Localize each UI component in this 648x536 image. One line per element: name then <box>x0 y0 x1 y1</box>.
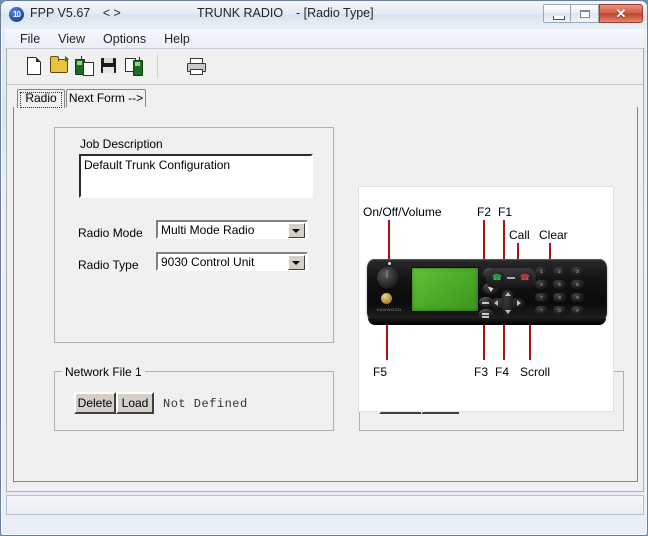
radio-mode-label: Radio Mode <box>78 226 143 240</box>
keypad-key: # <box>571 306 584 315</box>
radio-type-value: 9030 Control Unit <box>161 255 255 269</box>
save-file-button[interactable] <box>96 53 120 78</box>
job-description-group: Job Description Default Trunk Configurat… <box>54 127 334 343</box>
keypad-key: 3 <box>571 267 584 276</box>
radio-mode-value: Multi Mode Radio <box>161 223 255 237</box>
chevron-down-icon[interactable] <box>288 255 305 270</box>
network-file-1-load-button[interactable]: Load <box>116 392 154 414</box>
title-nav-arrows: < > <box>102 6 121 20</box>
call-clear-pad: ☎ ☎ <box>486 268 536 288</box>
client-area: Radio Next Form --> Job Description Defa… <box>6 49 644 492</box>
callout-label-f5: F5 <box>373 365 388 379</box>
keypad-key: 7 <box>535 293 548 302</box>
radio-unit-image: KENWOOD ☎ ☎ 1 2 3 4 5 6 7 8 9 * 0 # <box>367 259 607 325</box>
callout-label-f3: F3 <box>474 365 489 379</box>
window-controls: ✕ <box>543 4 643 23</box>
numeric-keypad: 1 2 3 4 5 6 7 8 9 * 0 # <box>535 267 601 315</box>
open-folder-icon <box>50 56 69 73</box>
menu-item-help[interactable]: Help <box>155 30 199 48</box>
app-icon: 10 <box>9 7 24 22</box>
lcd-display <box>411 267 479 312</box>
clear-button-icon: ☎ <box>518 272 532 284</box>
callout-label-call: Call <box>509 228 530 242</box>
keypad-key: * <box>535 306 548 315</box>
callout-line-f4 <box>503 319 505 360</box>
document-part-icon <box>83 62 94 76</box>
keypad-key: 2 <box>553 267 566 276</box>
keypad-key: 4 <box>535 280 548 289</box>
chevron-down-icon[interactable] <box>288 223 305 238</box>
floppy-save-icon <box>101 58 116 73</box>
title-bar: 10 FPP V5.67 < > TRUNK RADIO - [Radio Ty… <box>1 1 647 28</box>
keypad-key: 5 <box>553 280 566 289</box>
network-file-1-delete-button[interactable]: Delete <box>74 392 116 414</box>
radio-type-label: Radio Type <box>78 258 139 272</box>
radio-mode-select[interactable]: Multi Mode Radio <box>156 220 308 239</box>
keypad-key: 8 <box>553 293 566 302</box>
job-description-label: Job Description <box>80 137 163 151</box>
callout-label-f1: F1 <box>498 205 513 219</box>
tab-next-form-label: Next Form --> <box>68 91 144 105</box>
call-button-icon: ☎ <box>490 272 504 284</box>
radio-part-icon <box>133 57 143 76</box>
read-from-radio-button[interactable] <box>71 53 95 78</box>
write-to-radio-button[interactable] <box>121 53 145 78</box>
f5-button-icon <box>381 293 392 304</box>
callout-line-on-off-volume <box>388 220 390 262</box>
keypad-key: 0 <box>553 306 566 315</box>
new-document-icon <box>27 57 41 75</box>
toolbar <box>7 49 643 85</box>
close-button[interactable]: ✕ <box>599 4 643 23</box>
toolbar-separator <box>157 54 158 78</box>
tab-next-form[interactable]: Next Form --> <box>66 89 146 108</box>
maximize-button[interactable] <box>571 4 599 23</box>
application-window: 10 FPP V5.67 < > TRUNK RADIO - [Radio Ty… <box>0 0 648 536</box>
maximize-icon <box>580 10 590 18</box>
callout-label-on-off-volume: On/Off/Volume <box>363 205 442 219</box>
network-file-1-status: Not Defined <box>163 397 248 411</box>
close-icon: ✕ <box>615 6 627 21</box>
menu-item-file[interactable]: File <box>11 30 49 48</box>
tab-radio[interactable]: Radio <box>17 89 65 108</box>
open-file-button[interactable] <box>46 53 70 78</box>
brand-label: KENWOOD <box>377 307 402 312</box>
tab-strip: Radio Next Form --> <box>13 89 638 108</box>
radio-diagram-panel: On/Off/Volume F2 F1 Call Clear F5 F3 F4 … <box>358 186 614 412</box>
app-title-text: FPP V5.67 <box>30 6 91 20</box>
power-led-icon <box>388 262 391 265</box>
keypad-key: 9 <box>571 293 584 302</box>
menu-item-options[interactable]: Options <box>94 30 155 48</box>
keypad-key: 1 <box>535 267 548 276</box>
print-button[interactable] <box>183 53 207 78</box>
network-file-1-legend: Network File 1 <box>62 365 145 379</box>
callout-label-scroll: Scroll <box>520 365 551 379</box>
callout-label-f4: F4 <box>495 365 510 379</box>
pad-divider-icon <box>507 277 515 279</box>
minimize-icon <box>553 16 565 20</box>
printer-icon <box>187 58 206 75</box>
document-subtitle: - [Radio Type] <box>296 6 374 20</box>
keypad-key: 6 <box>571 280 584 289</box>
job-description-input[interactable]: Default Trunk Configuration <box>79 154 313 198</box>
menu-item-view[interactable]: View <box>49 30 94 48</box>
tab-radio-label: Radio <box>25 91 57 105</box>
document-title: TRUNK RADIO <box>197 6 284 20</box>
volume-knob-icon <box>377 267 399 289</box>
network-file-1-group: Network File 1 Delete Load Not Defined <box>54 365 334 431</box>
minimize-button[interactable] <box>543 4 571 23</box>
scroll-dpad-icon <box>491 290 524 316</box>
callout-label-f2: F2 <box>477 205 492 219</box>
window-title: FPP V5.67 < > <box>30 6 121 20</box>
new-file-button[interactable] <box>21 53 45 78</box>
radio-type-select[interactable]: 9030 Control Unit <box>156 252 308 271</box>
callout-label-clear: Clear <box>539 228 568 242</box>
menu-bar: File View Options Help <box>5 29 645 49</box>
status-bar <box>6 495 644 515</box>
